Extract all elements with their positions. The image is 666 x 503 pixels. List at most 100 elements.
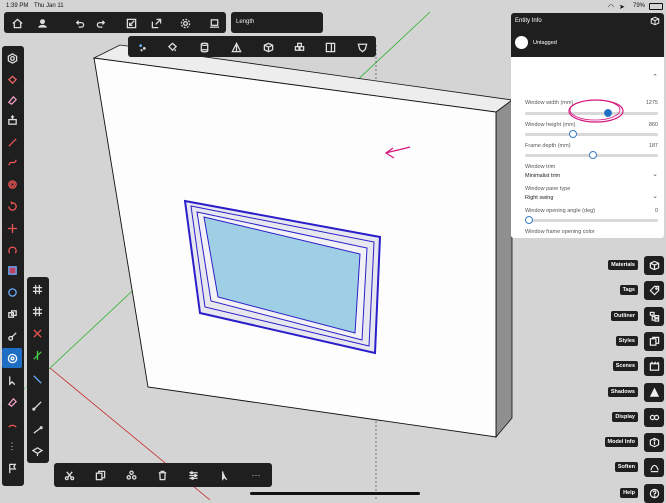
subtool-protractor[interactable] <box>27 419 47 439</box>
soften-icon[interactable] <box>644 458 664 478</box>
subtool-position[interactable] <box>27 345 47 365</box>
export-button[interactable] <box>146 14 166 32</box>
tool-solid[interactable] <box>2 304 22 324</box>
tool-freehand[interactable] <box>2 152 22 172</box>
cut-button[interactable] <box>59 466 79 484</box>
window-height-slider[interactable] <box>525 130 658 138</box>
paint-button[interactable] <box>162 38 182 56</box>
tag-row[interactable]: Untagged <box>511 29 664 57</box>
shadows-icon[interactable] <box>644 382 664 402</box>
subtool-grid[interactable] <box>27 279 47 299</box>
chevron-down-icon[interactable]: ⌄ <box>652 192 658 200</box>
tool-pushpull[interactable] <box>2 110 22 130</box>
panel-button-outliner[interactable]: Outliner <box>610 310 638 321</box>
opening-angle-slider[interactable] <box>525 216 658 224</box>
undo-button[interactable] <box>69 14 89 32</box>
tool-search[interactable] <box>2 48 22 68</box>
tool-more[interactable]: ⋮ <box>2 436 22 456</box>
hexagon-icon <box>7 52 17 64</box>
panels-button[interactable] <box>320 38 340 56</box>
tool-line[interactable] <box>2 132 22 152</box>
model-info-icon[interactable] <box>644 433 664 453</box>
hat-icon <box>31 446 43 456</box>
components-button[interactable] <box>121 466 141 484</box>
frame-depth-knob[interactable] <box>588 151 597 159</box>
styles-icon[interactable] <box>644 331 664 351</box>
extensions-button[interactable] <box>289 38 309 56</box>
tool-intersect[interactable] <box>2 282 22 302</box>
window-height-knob[interactable] <box>569 130 578 138</box>
subtool-hat[interactable] <box>27 441 47 461</box>
sliders-icon <box>188 470 198 480</box>
panel-button-help[interactable]: Help <box>620 487 638 498</box>
component-button[interactable] <box>258 38 278 56</box>
outliner-icon[interactable] <box>644 306 664 326</box>
subtool-grid-2[interactable] <box>27 301 47 321</box>
tool-rotate[interactable] <box>2 196 22 216</box>
redo-button[interactable] <box>91 14 111 32</box>
window-pane-type-label: Window pane type <box>525 186 571 192</box>
account-button[interactable] <box>32 14 52 32</box>
laptop-icon <box>209 18 219 28</box>
subtool-guide[interactable] <box>27 369 47 389</box>
settings-button[interactable] <box>175 14 195 32</box>
home-button[interactable] <box>7 14 27 32</box>
delete-button[interactable] <box>152 466 172 484</box>
window-pane-type-select[interactable]: Right swing <box>525 195 553 201</box>
trash-icon <box>158 470 166 480</box>
collapse-chevron-icon[interactable]: ⌃ <box>652 73 658 81</box>
panel-button-soften[interactable]: Soften <box>614 462 638 473</box>
import-button[interactable] <box>121 14 141 32</box>
tool-offset[interactable] <box>2 174 22 194</box>
display-mode-button[interactable] <box>204 14 224 32</box>
ellipsis-icon: ··· <box>251 470 261 480</box>
chevron-down-icon[interactable]: ⌄ <box>652 170 658 178</box>
more-options-button[interactable]: ··· <box>246 466 266 484</box>
panel-button-scenes[interactable]: Scenes <box>612 361 638 372</box>
tag-color-swatch[interactable] <box>515 36 528 49</box>
panel-button-styles[interactable]: Styles <box>615 335 638 346</box>
display-icon[interactable] <box>644 407 664 427</box>
tool-follow[interactable] <box>2 240 22 260</box>
tool-orbit[interactable] <box>2 348 22 368</box>
tags-icon[interactable] <box>644 281 664 301</box>
copy-button[interactable] <box>90 466 110 484</box>
opening-angle-knob[interactable] <box>525 216 533 224</box>
tool-select[interactable] <box>2 370 22 390</box>
panel-button-materials[interactable]: Materials <box>608 260 638 270</box>
tool-eraser[interactable] <box>2 90 22 110</box>
select-arrow-button[interactable] <box>214 466 234 484</box>
frame-depth-slider[interactable] <box>525 151 658 159</box>
tag-label: Untagged <box>533 40 557 46</box>
panel-button-model-info[interactable]: Model Info <box>604 437 638 448</box>
subtool-axes[interactable] <box>27 323 47 343</box>
warehouse-button[interactable] <box>194 38 214 56</box>
scenes-icon[interactable] <box>644 357 664 377</box>
orbit-icon <box>7 353 17 363</box>
tool-tape[interactable] <box>2 326 22 346</box>
select-tool-button[interactable] <box>132 38 152 56</box>
window-height-value: 860 <box>648 122 658 128</box>
home-indicator <box>250 492 420 495</box>
export-icon <box>151 18 161 28</box>
panel-button-tags[interactable]: Tags <box>619 285 638 296</box>
subtool-dimension[interactable] <box>27 395 47 415</box>
panel-button-display[interactable]: Display <box>612 411 638 422</box>
tool-eraser-2[interactable] <box>2 392 22 412</box>
section-button[interactable] <box>226 38 246 56</box>
eraser-icon <box>7 397 17 407</box>
tool-flag[interactable] <box>2 458 22 478</box>
adjust-button[interactable] <box>183 466 203 484</box>
window-trim-select[interactable]: Minimalist trim <box>525 173 560 179</box>
cube-icon[interactable] <box>650 16 660 26</box>
tool-scale[interactable] <box>2 260 22 280</box>
panel-button-shadows[interactable]: Shadows <box>607 386 638 397</box>
shield-button[interactable] <box>352 38 372 56</box>
frame-depth-label: Frame depth (mm) <box>525 143 571 149</box>
measurements-box[interactable]: Length <box>231 12 323 33</box>
materials-icon[interactable] <box>644 256 664 275</box>
tool-move[interactable] <box>2 218 22 238</box>
tool-paint[interactable] <box>2 70 22 90</box>
tool-arc[interactable] <box>2 414 22 434</box>
move-icon <box>7 223 17 233</box>
